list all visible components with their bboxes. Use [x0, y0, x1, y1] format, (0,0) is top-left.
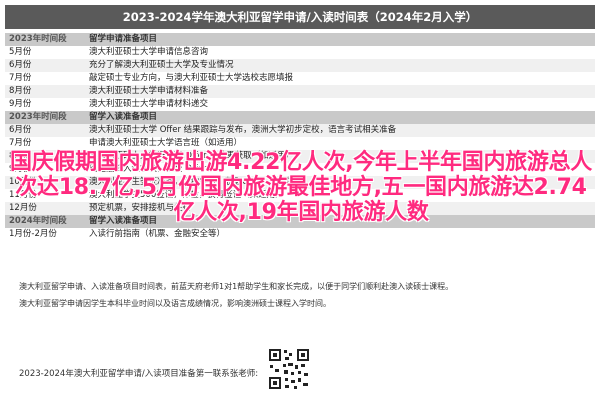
- contact-footer: 2023-2024年澳大利亚留学申请/入读项目准备第一联系张老师:: [19, 369, 259, 379]
- period-cell: 5月份: [9, 47, 32, 57]
- period-cell: 7月份: [9, 73, 32, 83]
- table-row: 8月份 澳大利亚硕士大学申请材料准备: [5, 85, 595, 98]
- period-cell: 2023年时间段: [9, 112, 67, 122]
- notes: 澳大利亚留学申请、入读准备项目时间表，前蓝天府老师1对1帮助学生和家长完成，以便…: [19, 278, 589, 312]
- table-row: 7月份 申请澳大利亚硕士大学语言班（如适用）: [5, 137, 595, 150]
- task-cell: 留学入读准备项目: [89, 112, 158, 122]
- task-cell: 申请澳大利亚硕士大学语言班（如适用）: [89, 138, 243, 148]
- period-cell: 6月份: [9, 60, 32, 70]
- period-cell: 1月份-2月份: [9, 229, 57, 239]
- qr-code-icon: [267, 347, 311, 391]
- period-cell: 8月份: [9, 86, 32, 96]
- task-cell: 澳大利亚硕士大学申请材料递交: [89, 99, 209, 109]
- task-cell: 澳大利亚硕士大学申请信息咨询: [89, 47, 209, 57]
- section-header-row: 2023年时间段 留学入读准备项目: [5, 111, 595, 124]
- table-row: 1月份-2月份 入读行前指南（机票、金融安全等）: [5, 228, 595, 241]
- task-cell: 留学申请准备项目: [89, 34, 158, 44]
- table-row: 5月份 澳大利亚硕士大学申请信息咨询: [5, 46, 595, 59]
- task-cell: 入读行前指南（机票、金融安全等）: [89, 229, 226, 239]
- period-cell: 7月份: [9, 138, 32, 148]
- section-header-row: 2023年时间段 留学申请准备项目: [5, 33, 595, 46]
- page-title: 2023-2024学年澳大利亚留学申请/入读时间表（2024年2月入学）: [5, 5, 595, 29]
- note-1: 澳大利亚留学申请、入读准备项目时间表，前蓝天府老师1对1帮助学生和家长完成，以便…: [19, 282, 454, 291]
- table-row: 6月份 澳大利亚硕士大学 Offer 结果跟踪与发布，澳洲大学初步定校，语言考试相…: [5, 124, 595, 137]
- overlay-caption: 国庆假期国内旅游出游4.22亿人次,今年上半年国内旅游总人次达18.7亿,5月份…: [10, 150, 592, 225]
- table-row: 6月份 充分了解澳大利亚硕士大学及专业情况: [5, 59, 595, 72]
- period-cell: 2023年时间段: [9, 34, 67, 44]
- period-cell: 9月份: [9, 99, 32, 109]
- task-cell: 澳大利亚硕士大学申请材料准备: [89, 86, 209, 96]
- note-2: 澳大利亚留学申请因学生本科毕业时间以及语言成绩情况，影响澳洲硕士课程入学时间。: [19, 299, 331, 308]
- table-row: 9月份 澳大利亚硕士大学申请材料递交: [5, 98, 595, 111]
- task-cell: 充分了解澳大利亚硕士大学及专业情况: [89, 60, 234, 70]
- task-cell: 澳大利亚硕士大学 Offer 结果跟踪与发布，澳洲大学初步定校，语言考试相关准备: [89, 125, 397, 135]
- task-cell: 敲定硕士专业方向，与澳大利亚硕士大学选校志愿填报: [89, 73, 294, 83]
- period-cell: 6月份: [9, 125, 32, 135]
- table-row: 7月份 敲定硕士专业方向，与澳大利亚硕士大学选校志愿填报: [5, 72, 595, 85]
